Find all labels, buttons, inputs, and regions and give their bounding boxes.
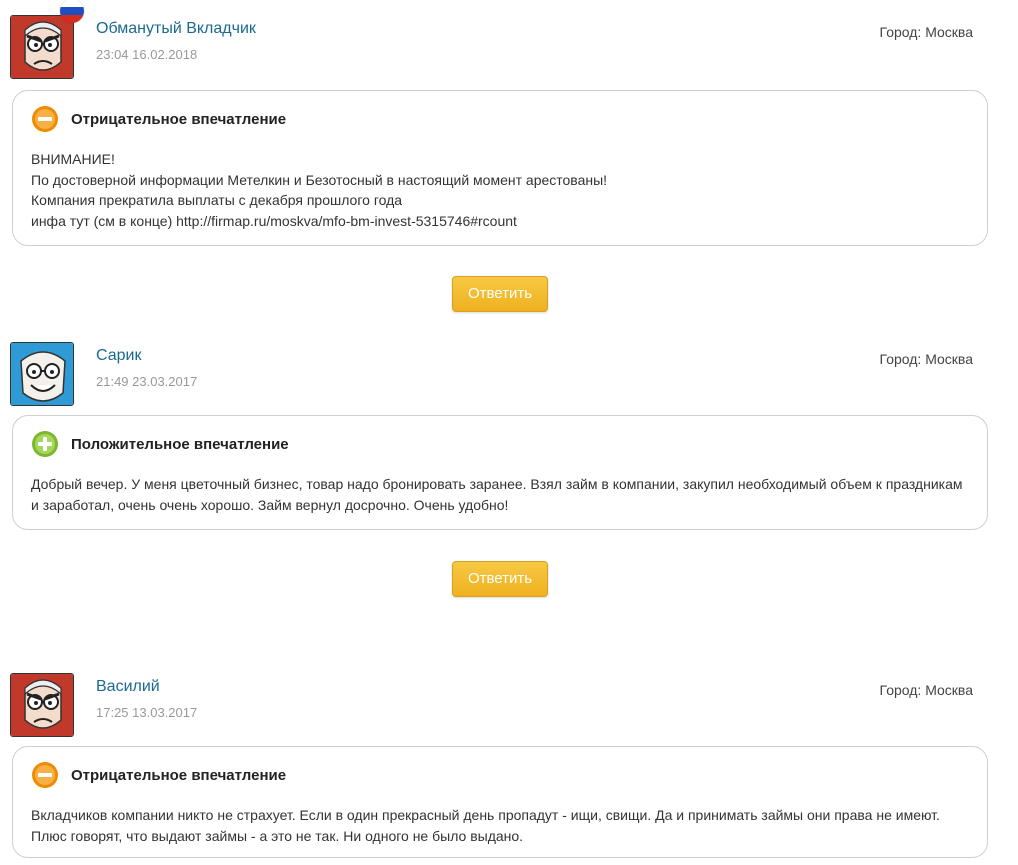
minus-circle-icon (32, 106, 58, 132)
review-sentiment: Положительное впечатление (31, 428, 969, 460)
author-link[interactable]: Обманутый Вкладчик (96, 20, 256, 38)
review-datetime: 17:25 13.03.2017 (96, 705, 198, 720)
russia-flag-icon (60, 0, 84, 23)
review-sentiment: Отрицательное впечатление (31, 759, 969, 791)
review-sentiment: Отрицательное впечатление (31, 103, 969, 135)
review-body: Положительное впечатление Добрый вечер. … (12, 415, 988, 530)
plus-circle-icon (32, 431, 58, 457)
review-text: ВНИМАНИЕ! По достоверной информации Мете… (31, 151, 608, 229)
review-text: Вкладчиков компании никто не страхует. Е… (31, 807, 940, 844)
author-link[interactable]: Сарик (96, 347, 141, 365)
reply-button[interactable]: Ответить (452, 276, 548, 312)
reply-button[interactable]: Ответить (452, 561, 548, 597)
happy-face-avatar (10, 342, 74, 406)
review-item: Обманутый Вкладчик 23:04 16.02.2018 Горо… (0, 0, 1018, 246)
angry-face-avatar (10, 673, 74, 737)
review-body: Отрицательное впечатление ВНИМАНИЕ! По д… (12, 90, 988, 246)
sentiment-label: Отрицательное впечатление (71, 766, 287, 784)
review-text: Добрый вечер. У меня цветочный бизнес, т… (31, 476, 963, 513)
review-city: Город: Москва (879, 24, 973, 40)
review-city: Город: Москва (879, 682, 973, 698)
review-header: Сарик 21:49 23.03.2017 Город: Москва (0, 342, 1018, 422)
angry-face-avatar (10, 15, 74, 79)
minus-circle-icon (32, 762, 58, 788)
review-body: Отрицательное впечатление Вкладчиков ком… (12, 746, 988, 858)
sentiment-label: Положительное впечатление (71, 435, 289, 453)
sentiment-label: Отрицательное впечатление (71, 110, 287, 128)
review-header: Василий 17:25 13.03.2017 Город: Москва (0, 673, 1018, 753)
review-header: Обманутый Вкладчик 23:04 16.02.2018 Горо… (0, 0, 1018, 95)
review-city: Город: Москва (879, 351, 973, 367)
review-datetime: 21:49 23.03.2017 (96, 374, 198, 389)
review-item: Василий 17:25 13.03.2017 Город: Москва О… (0, 673, 1018, 858)
review-item: Сарик 21:49 23.03.2017 Город: Москва Пол… (0, 342, 1018, 530)
author-link[interactable]: Василий (96, 678, 160, 696)
review-datetime: 23:04 16.02.2018 (96, 47, 198, 62)
